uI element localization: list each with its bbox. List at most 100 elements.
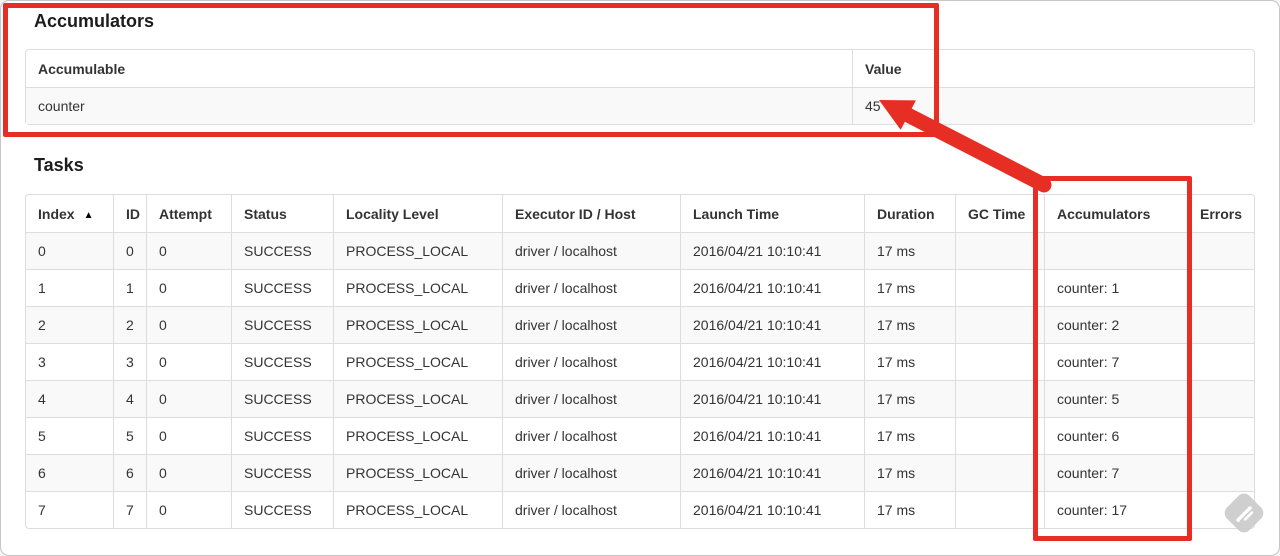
- task-cell-id: 5: [113, 417, 146, 454]
- task-cell-launch-time: 2016/04/21 10:10:41: [680, 232, 864, 269]
- task-cell-attempt: 0: [146, 380, 231, 417]
- task-cell-locality-level: PROCESS_LOCAL: [333, 454, 502, 491]
- accumulators-table: Accumulable Value counter 45: [25, 49, 1255, 125]
- attempt-column-header[interactable]: Attempt: [146, 195, 231, 232]
- task-cell-accumulators: counter: 6: [1044, 417, 1187, 454]
- task-row: 1 1 0 SUCCESS PROCESS_LOCAL driver / localhos…: [26, 269, 1254, 306]
- task-cell-id: 7: [113, 491, 146, 528]
- task-cell-launch-time: 2016/04/21 10:10:41: [680, 454, 864, 491]
- index-column-header[interactable]: Index ▲: [26, 195, 113, 232]
- task-cell-index: 6: [26, 454, 113, 491]
- tasks-section: Tasks Index ▲ ID Attempt Status Locality…: [25, 154, 1255, 529]
- task-cell-gc-time: [955, 380, 1044, 417]
- task-cell-errors: [1187, 491, 1254, 528]
- task-cell-locality-level: PROCESS_LOCAL: [333, 343, 502, 380]
- task-cell-accumulators: counter: 1: [1044, 269, 1187, 306]
- tasks-header-row: Index ▲ ID Attempt Status Locality Level …: [26, 195, 1254, 232]
- task-cell-launch-time: 2016/04/21 10:10:41: [680, 269, 864, 306]
- task-cell-index: 0: [26, 232, 113, 269]
- task-row: 6 6 0 SUCCESS PROCESS_LOCAL driver / localhos…: [26, 454, 1254, 491]
- task-cell-locality-level: PROCESS_LOCAL: [333, 491, 502, 528]
- task-cell-launch-time: 2016/04/21 10:10:41: [680, 306, 864, 343]
- task-cell-errors: [1187, 306, 1254, 343]
- task-cell-attempt: 0: [146, 417, 231, 454]
- locality-level-column-header[interactable]: Locality Level: [333, 195, 502, 232]
- task-cell-accumulators: counter: 17: [1044, 491, 1187, 528]
- task-cell-accumulators: [1044, 232, 1187, 269]
- accumulable-cell: counter: [26, 87, 852, 124]
- task-cell-index: 5: [26, 417, 113, 454]
- tasks-table: Index ▲ ID Attempt Status Locality Level …: [25, 194, 1255, 529]
- value-column-header[interactable]: Value: [852, 50, 1254, 87]
- accumulable-column-header[interactable]: Accumulable: [26, 50, 852, 87]
- task-cell-duration: 17 ms: [864, 454, 955, 491]
- sort-ascending-icon: ▲: [83, 209, 94, 221]
- task-cell-index: 3: [26, 343, 113, 380]
- task-cell-duration: 17 ms: [864, 306, 955, 343]
- task-cell-locality-level: PROCESS_LOCAL: [333, 232, 502, 269]
- index-column-label: Index: [38, 205, 75, 222]
- task-cell-errors: [1187, 417, 1254, 454]
- task-cell-accumulators: counter: 7: [1044, 454, 1187, 491]
- task-cell-duration: 17 ms: [864, 343, 955, 380]
- task-cell-id: 0: [113, 232, 146, 269]
- tasks-table-body: 0 0 0 SUCCESS PROCESS_LOCAL driver / localhos…: [26, 232, 1254, 528]
- task-cell-launch-time: 2016/04/21 10:10:41: [680, 343, 864, 380]
- task-cell-status: SUCCESS: [231, 306, 333, 343]
- task-cell-executor-id-host: driver / localhost: [502, 232, 680, 269]
- accumulator-value-cell: 45: [852, 87, 1254, 124]
- task-cell-attempt: 0: [146, 343, 231, 380]
- task-cell-id: 6: [113, 454, 146, 491]
- task-row: 3 3 0 SUCCESS PROCESS_LOCAL driver / localhos…: [26, 343, 1254, 380]
- task-cell-errors: [1187, 380, 1254, 417]
- errors-column-header[interactable]: Errors: [1187, 195, 1254, 232]
- status-column-header[interactable]: Status: [231, 195, 333, 232]
- task-cell-executor-id-host: driver / localhost: [502, 380, 680, 417]
- task-cell-attempt: 0: [146, 269, 231, 306]
- accumulators-section-title: Accumulators: [34, 11, 155, 31]
- task-cell-gc-time: [955, 232, 1044, 269]
- task-cell-executor-id-host: driver / localhost: [502, 306, 680, 343]
- task-cell-attempt: 0: [146, 491, 231, 528]
- task-cell-status: SUCCESS: [231, 269, 333, 306]
- task-cell-duration: 17 ms: [864, 232, 955, 269]
- task-cell-locality-level: PROCESS_LOCAL: [333, 417, 502, 454]
- task-cell-id: 3: [113, 343, 146, 380]
- gc-time-column-header[interactable]: GC Time: [955, 195, 1044, 232]
- task-row: 0 0 0 SUCCESS PROCESS_LOCAL driver / localhos…: [26, 232, 1254, 269]
- task-cell-executor-id-host: driver / localhost: [502, 417, 680, 454]
- task-cell-errors: [1187, 269, 1254, 306]
- spark-ui-page: Accumulators Accumulable Value counter 4…: [0, 0, 1280, 556]
- accumulators-column-header[interactable]: Accumulators: [1044, 195, 1187, 232]
- task-cell-executor-id-host: driver / localhost: [502, 269, 680, 306]
- task-cell-attempt: 0: [146, 232, 231, 269]
- task-cell-index: 1: [26, 269, 113, 306]
- task-cell-status: SUCCESS: [231, 380, 333, 417]
- accumulators-header-row: Accumulable Value: [26, 50, 1254, 87]
- task-cell-gc-time: [955, 491, 1044, 528]
- task-row: 4 4 0 SUCCESS PROCESS_LOCAL driver / localhos…: [26, 380, 1254, 417]
- task-cell-gc-time: [955, 343, 1044, 380]
- duration-column-header[interactable]: Duration: [864, 195, 955, 232]
- task-cell-duration: 17 ms: [864, 380, 955, 417]
- task-row: 5 5 0 SUCCESS PROCESS_LOCAL driver / localhos…: [26, 417, 1254, 454]
- task-cell-errors: [1187, 454, 1254, 491]
- task-cell-status: SUCCESS: [231, 454, 333, 491]
- task-row: 7 7 0 SUCCESS PROCESS_LOCAL driver / localhos…: [26, 491, 1254, 528]
- accumulators-section: Accumulators Accumulable Value counter 4…: [25, 10, 1255, 125]
- task-row: 2 2 0 SUCCESS PROCESS_LOCAL driver / localhos…: [26, 306, 1254, 343]
- id-column-header[interactable]: ID: [113, 195, 146, 232]
- task-cell-status: SUCCESS: [231, 417, 333, 454]
- task-cell-id: 4: [113, 380, 146, 417]
- task-cell-launch-time: 2016/04/21 10:10:41: [680, 417, 864, 454]
- task-cell-executor-id-host: driver / localhost: [502, 454, 680, 491]
- task-cell-id: 1: [113, 269, 146, 306]
- task-cell-accumulators: counter: 2: [1044, 306, 1187, 343]
- task-cell-accumulators: counter: 7: [1044, 343, 1187, 380]
- task-cell-index: 2: [26, 306, 113, 343]
- executor-id-host-column-header[interactable]: Executor ID / Host: [502, 195, 680, 232]
- task-cell-errors: [1187, 232, 1254, 269]
- launch-time-column-header[interactable]: Launch Time: [680, 195, 864, 232]
- task-cell-attempt: 0: [146, 306, 231, 343]
- task-cell-id: 2: [113, 306, 146, 343]
